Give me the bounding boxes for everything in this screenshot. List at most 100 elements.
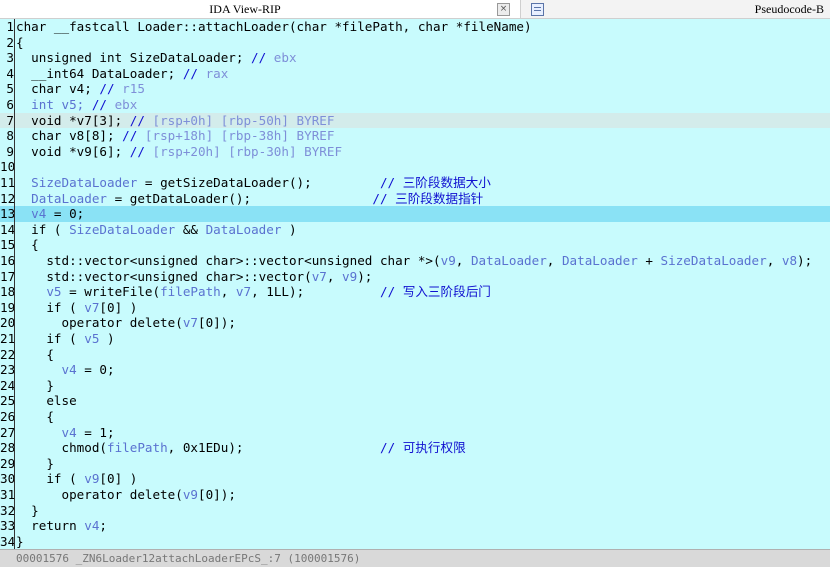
code-line[interactable]: 16 std::vector<unsigned char>::vector<un…	[0, 253, 830, 269]
code-identifier[interactable]: v4	[16, 425, 76, 440]
code-line[interactable]: 5 char v4; // r15	[0, 81, 830, 97]
code-line[interactable]: 25 else	[0, 393, 830, 409]
code-line[interactable]: 18 v5 = writeFile(filePath, v7, 1LL); //…	[0, 284, 830, 300]
code-comment: [rsp+0h] [rbp-50h] BYREF	[152, 112, 335, 128]
code-line[interactable]: 7 void *v7[3]; // [rsp+0h] [rbp-50h] BYR…	[0, 112, 830, 129]
code-token: operator delete(	[16, 315, 183, 331]
code-text: std::vector<unsigned char>::vector(v7, v…	[16, 269, 372, 285]
code-token: if (	[16, 471, 85, 487]
code-identifier[interactable]: DataLoader	[16, 191, 107, 206]
code-line[interactable]: 2{	[0, 35, 830, 51]
line-number: 7	[6, 112, 14, 128]
code-line[interactable]: 9 void *v9[6]; // [rsp+20h] [rbp-30h] BY…	[0, 144, 830, 160]
code-line[interactable]: 28 chmod(filePath, 0x1EDu); // 可执行权限	[0, 440, 830, 456]
code-line[interactable]: 15 {	[0, 237, 830, 253]
code-line[interactable]: 1 char __fastcall Loader::attachLoader(ch…	[0, 19, 830, 35]
close-icon[interactable]: ×	[497, 3, 510, 16]
line-number: 28	[0, 440, 16, 456]
code-identifier[interactable]: SizeDataLoader	[661, 253, 767, 268]
code-token: [0]);	[197, 315, 236, 331]
code-line[interactable]: 4 __int64 DataLoader; // rax	[0, 66, 830, 82]
code-token: return	[16, 518, 85, 534]
code-line[interactable]: 34}	[0, 534, 830, 550]
line-number: 15	[0, 237, 16, 253]
code-text: void *v9[6]; // [rsp+20h] [rbp-30h] BYRE…	[16, 144, 342, 160]
code-line[interactable]: 23 v4 = 0;	[0, 362, 830, 378]
code-token: )	[99, 331, 115, 346]
code-identifier[interactable]: SizeDataLoader	[69, 222, 175, 237]
code-token: ,	[455, 253, 471, 268]
code-token: ,	[766, 253, 782, 268]
code-text: std::vector<unsigned char>::vector<unsig…	[16, 253, 812, 269]
line-number: 18	[0, 284, 16, 300]
code-identifier[interactable]: v9	[84, 471, 99, 486]
code-identifier[interactable]: v5	[84, 331, 99, 346]
code-line[interactable]: 19 if ( v7[0] )	[0, 300, 830, 316]
code-identifier[interactable]: v7	[312, 269, 327, 284]
code-token: void *v7[3];	[16, 112, 130, 128]
code-identifier[interactable]: v9	[441, 253, 456, 268]
code-token: = getSizeDataLoader();	[137, 175, 380, 190]
code-identifier[interactable]: DataLoader	[562, 253, 638, 268]
code-identifier[interactable]: v4	[16, 362, 76, 377]
code-identifier[interactable]: v5	[16, 284, 61, 299]
code-token: = 0;	[76, 362, 115, 378]
line-number: 5	[6, 81, 14, 97]
code-line[interactable]: 14 if ( SizeDataLoader && DataLoader )	[0, 222, 830, 238]
code-token: else	[16, 393, 77, 409]
code-line[interactable]: 30 if ( v9[0] )	[0, 471, 830, 487]
code-identifier[interactable]: filePath	[107, 440, 168, 455]
code-token: }	[16, 502, 39, 518]
code-identifier[interactable]: v7	[236, 284, 251, 299]
code-line[interactable]: 3 unsigned int SizeDataLoader; // ebx	[0, 50, 830, 66]
code-identifier[interactable]: SizeDataLoader	[16, 175, 137, 190]
line-number: 32	[0, 502, 16, 518]
code-identifier[interactable]: int v5;	[16, 97, 92, 112]
code-comment: //	[129, 112, 153, 128]
code-identifier[interactable]: v4	[84, 518, 99, 533]
line-number: 34	[0, 533, 16, 549]
code-line[interactable]: 24 }	[0, 378, 830, 394]
code-line[interactable]: 6 int v5; // ebx	[0, 97, 830, 113]
code-token: operator delete(	[16, 487, 183, 502]
code-text: }	[16, 378, 54, 394]
line-number: 14	[0, 221, 16, 237]
code-identifier[interactable]: v7	[84, 300, 99, 315]
code-line[interactable]: 17 std::vector<unsigned char>::vector(v7…	[0, 269, 830, 285]
code-line[interactable]: 26 {	[0, 409, 830, 425]
code-line[interactable]: 22 {	[0, 347, 830, 363]
code-identifier[interactable]: v9	[342, 269, 357, 284]
code-identifier[interactable]: v8	[782, 253, 797, 268]
code-text: }	[16, 534, 24, 550]
code-comment: r15	[122, 81, 145, 97]
code-line[interactable]: 13 v4 = 0;	[0, 206, 830, 222]
status-bar: 00001576 _ZN6Loader12attachLoaderEPcS_:7…	[0, 549, 830, 567]
code-token: }	[16, 533, 24, 549]
code-line[interactable]: 10	[0, 159, 830, 175]
tab-pseudocode[interactable]: Pseudocode-B	[521, 0, 830, 18]
code-token: +	[637, 253, 661, 268]
code-line[interactable]: 33 return v4;	[0, 518, 830, 534]
line-number: 6	[6, 97, 14, 112]
code-line[interactable]: 11 SizeDataLoader = getSizeDataLoader();…	[0, 175, 830, 191]
tab-ida-view[interactable]: IDA View-RIP ×	[0, 0, 521, 18]
code-identifier[interactable]: v9	[183, 487, 198, 502]
code-identifier[interactable]: v4	[16, 206, 46, 221]
code-identifier[interactable]: DataLoader	[471, 253, 547, 268]
pseudocode-icon	[531, 3, 544, 16]
code-line[interactable]: 29 }	[0, 456, 830, 472]
code-identifier[interactable]: v7	[183, 315, 198, 330]
code-line[interactable]: 21 if ( v5 )	[0, 331, 830, 347]
line-number: 11	[0, 175, 16, 190]
line-number: 3	[6, 50, 14, 66]
code-line[interactable]: 27 v4 = 1;	[0, 425, 830, 441]
code-line[interactable]: 31 operator delete(v9[0]);	[0, 487, 830, 503]
code-line[interactable]: 20 operator delete(v7[0]);	[0, 315, 830, 331]
code-text: if ( v5 )	[16, 331, 115, 347]
code-identifier[interactable]: DataLoader	[206, 222, 282, 237]
code-identifier[interactable]: filePath	[160, 284, 221, 299]
code-line[interactable]: 12 DataLoader = getDataLoader(); // 三阶段数…	[0, 191, 830, 207]
line-number: 13	[0, 206, 16, 222]
code-line[interactable]: 8 char v8[8]; // [rsp+18h] [rbp-38h] BYR…	[0, 128, 830, 144]
code-line[interactable]: 32 }	[0, 503, 830, 519]
